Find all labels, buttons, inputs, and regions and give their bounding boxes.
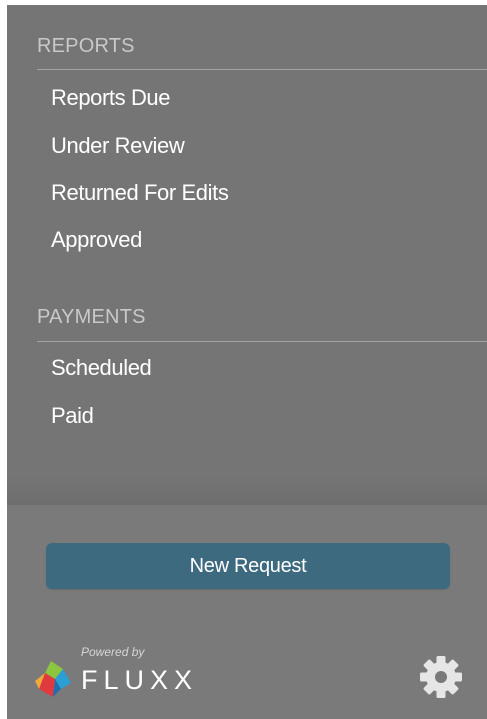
sidebar-item-approved[interactable]: Approved xyxy=(51,227,142,253)
sidebar-panel: REPORTS Reports Due Under Review Returne… xyxy=(7,5,487,719)
sidebar-item-reports-due[interactable]: Reports Due xyxy=(51,85,171,111)
gear-icon[interactable] xyxy=(417,653,465,701)
brand-wordmark: FLUXX xyxy=(81,665,199,695)
sidebar-nav: REPORTS Reports Due Under Review Returne… xyxy=(7,5,487,505)
sidebar-item-paid[interactable]: Paid xyxy=(51,403,94,429)
fluxx-logo-icon xyxy=(35,661,71,697)
sidebar-item-scheduled[interactable]: Scheduled xyxy=(51,355,152,381)
section-divider xyxy=(37,341,487,342)
section-header-payments: PAYMENTS xyxy=(37,306,146,328)
sidebar-footer: New Request Powered by FLUXX xyxy=(7,505,487,719)
nav-bottom-shade xyxy=(7,475,487,505)
powered-by-label: Powered by xyxy=(81,645,145,659)
new-request-button[interactable]: New Request xyxy=(46,543,450,589)
section-divider xyxy=(37,69,487,70)
sidebar-item-returned-for-edits[interactable]: Returned For Edits xyxy=(51,180,229,206)
fluxx-brand: Powered by FLUXX xyxy=(33,645,203,705)
sidebar-item-under-review[interactable]: Under Review xyxy=(51,133,185,159)
section-header-reports: REPORTS xyxy=(37,35,135,57)
